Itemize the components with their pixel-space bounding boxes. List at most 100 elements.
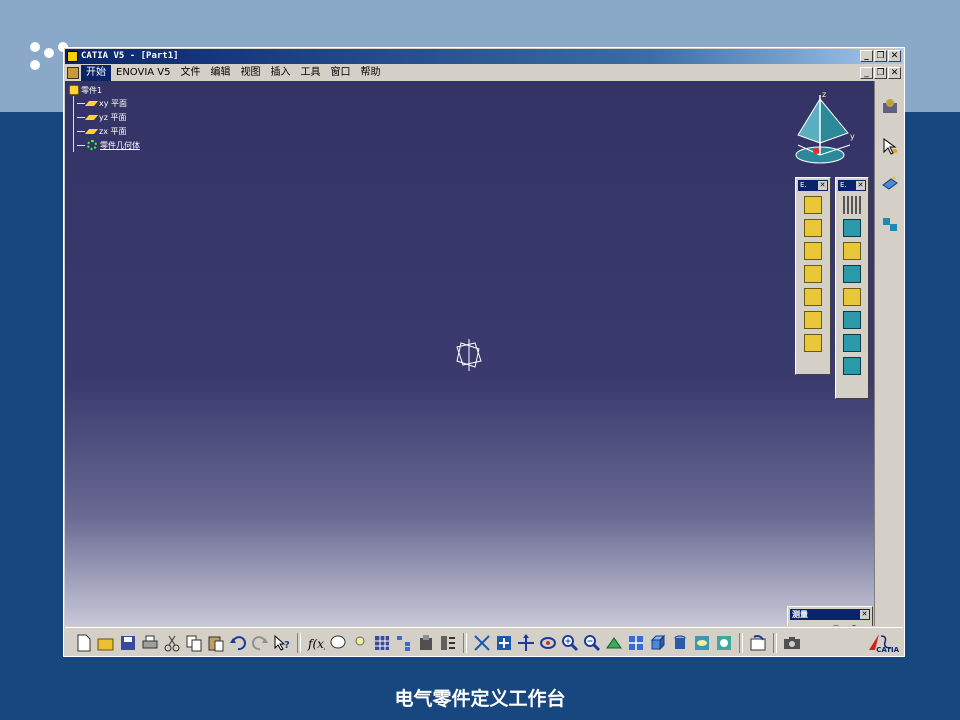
zoom-in-icon[interactable] — [561, 634, 579, 652]
filler-plug-icon[interactable] — [804, 334, 822, 352]
measure-item-icon[interactable] — [824, 625, 840, 626]
formula-icon[interactable]: f(x) — [307, 634, 325, 652]
contact-icon[interactable] — [804, 311, 822, 329]
workbench-icon[interactable] — [881, 97, 899, 115]
whats-this-icon[interactable]: ? — [273, 634, 291, 652]
menu-insert[interactable]: 插入 — [266, 65, 296, 81]
menu-help[interactable]: 帮助 — [356, 65, 386, 81]
zoom-out-icon[interactable] — [583, 634, 601, 652]
update-icon[interactable] — [749, 634, 767, 652]
grid-icon[interactable] — [843, 196, 861, 214]
catia-logo-text: CATIA — [876, 646, 899, 654]
minimize-button[interactable]: _ — [860, 50, 873, 62]
sketcher-icon[interactable] — [881, 175, 899, 193]
tree-item-label: 零件几何体 — [100, 140, 140, 150]
knowledge-icon[interactable] — [329, 634, 347, 652]
menu-edit[interactable]: 编辑 — [206, 65, 236, 81]
iso-view-icon[interactable] — [649, 634, 667, 652]
camera-icon[interactable] — [783, 634, 801, 652]
slide-caption: 电气零件定义工作台 — [394, 688, 566, 710]
tree-item-label: xy 平面 — [99, 98, 128, 108]
swap-icon[interactable] — [715, 634, 733, 652]
param-icon[interactable] — [439, 634, 457, 652]
select-arrow-icon[interactable] — [881, 137, 899, 155]
doc-restore-button[interactable]: ❐ — [874, 67, 887, 79]
shading-icon[interactable] — [671, 634, 689, 652]
table-icon[interactable] — [373, 634, 391, 652]
tree-item-zx-plane[interactable]: zx 平面 — [69, 124, 140, 138]
document-icon[interactable] — [67, 67, 79, 79]
compass-z-label: z — [822, 90, 826, 99]
tree-item-label: zx 平面 — [99, 126, 127, 136]
doc-minimize-button[interactable]: _ — [860, 67, 873, 79]
toolbar-close-icon[interactable]: ✕ — [856, 181, 865, 190]
axis-system-icon — [456, 339, 482, 371]
hide-show-icon[interactable] — [693, 634, 711, 652]
cut-icon[interactable] — [163, 634, 181, 652]
menu-window[interactable]: 窗口 — [326, 65, 356, 81]
tree-icon[interactable] — [395, 634, 413, 652]
normal-view-icon[interactable] — [605, 634, 623, 652]
close-button[interactable]: ✕ — [888, 50, 901, 62]
fit-all-icon[interactable] — [473, 634, 491, 652]
rotate-icon[interactable] — [517, 634, 535, 652]
cavity-icon[interactable] — [804, 288, 822, 306]
title-bar[interactable]: CATIA V5 - [Part1] _ ❐ ✕ — [65, 49, 903, 64]
measure-between-icon[interactable] — [802, 625, 818, 626]
tree-item-part-body[interactable]: 零件几何体 — [69, 138, 140, 152]
toolbar-separator — [773, 633, 777, 653]
measure-inertia-icon[interactable] — [846, 625, 862, 626]
redo-icon[interactable] — [251, 634, 269, 652]
doc-close-button[interactable]: ✕ — [888, 67, 901, 79]
svg-text:?: ? — [284, 640, 290, 651]
copy-icon[interactable] — [185, 634, 203, 652]
device-icon[interactable] — [804, 242, 822, 260]
toolbar-separator — [297, 633, 301, 653]
restore-button[interactable]: ❐ — [874, 50, 887, 62]
box-device-icon[interactable] — [843, 219, 861, 237]
sleeve-icon[interactable] — [843, 357, 861, 375]
menu-start[interactable]: 开始 — [81, 65, 111, 81]
catia-app-icon[interactable] — [67, 51, 78, 62]
toolbar-title[interactable]: 测量 ✕ — [790, 609, 870, 620]
toolbar-close-icon[interactable]: ✕ — [818, 181, 827, 190]
terminal-icon[interactable] — [843, 242, 861, 260]
tree-item-yz-plane[interactable]: yz 平面 — [69, 110, 140, 124]
toolbar-title[interactable]: E. ✕ — [798, 180, 828, 191]
toolbar-title[interactable]: E. ✕ — [838, 180, 866, 191]
menu-view[interactable]: 视图 — [236, 65, 266, 81]
catia-window: CATIA V5 - [Part1] _ ❐ ✕ 开始 ENOVIA V5 文件… — [63, 47, 905, 657]
tree-item-xy-plane[interactable]: xy 平面 — [69, 96, 140, 110]
save-icon[interactable] — [119, 634, 137, 652]
menu-enovia[interactable]: ENOVIA V5 — [111, 65, 176, 81]
toolbar-close-icon[interactable]: ✕ — [860, 610, 869, 619]
print-icon[interactable] — [141, 634, 159, 652]
bundle-connector-icon[interactable] — [804, 219, 822, 237]
link-icon[interactable] — [881, 215, 899, 233]
undo-icon[interactable] — [229, 634, 247, 652]
svg-text:f(x): f(x) — [307, 637, 325, 651]
open-icon[interactable] — [97, 634, 115, 652]
light-icon[interactable] — [351, 634, 369, 652]
right-toolbar — [874, 81, 904, 626]
cable-device-icon[interactable] — [843, 265, 861, 283]
measure-toolbar: 测量 ✕ — [787, 606, 873, 626]
back-shell-icon[interactable] — [804, 265, 822, 283]
catalog-icon[interactable] — [417, 634, 435, 652]
pan-icon[interactable] — [495, 634, 513, 652]
paste-icon[interactable] — [207, 634, 225, 652]
connector-icon[interactable] — [804, 196, 822, 214]
new-icon[interactable] — [75, 634, 93, 652]
menu-file[interactable]: 文件 — [176, 65, 206, 81]
plane-icon — [84, 114, 99, 120]
multi-view-icon[interactable] — [627, 634, 645, 652]
tree-root[interactable]: 零件1 — [69, 84, 140, 96]
elbow-icon[interactable] — [843, 334, 861, 352]
toolbar-separator — [739, 633, 743, 653]
receptacle-icon[interactable] — [843, 288, 861, 306]
3d-viewport[interactable]: 零件1 xy 平面 yz 平面 zx 平面 零件几何体 z y E. ✕ E. … — [65, 81, 874, 626]
pin-icon[interactable] — [843, 311, 861, 329]
menu-tools[interactable]: 工具 — [296, 65, 326, 81]
fly-icon[interactable] — [539, 634, 557, 652]
compass-widget[interactable]: z y — [780, 87, 860, 167]
